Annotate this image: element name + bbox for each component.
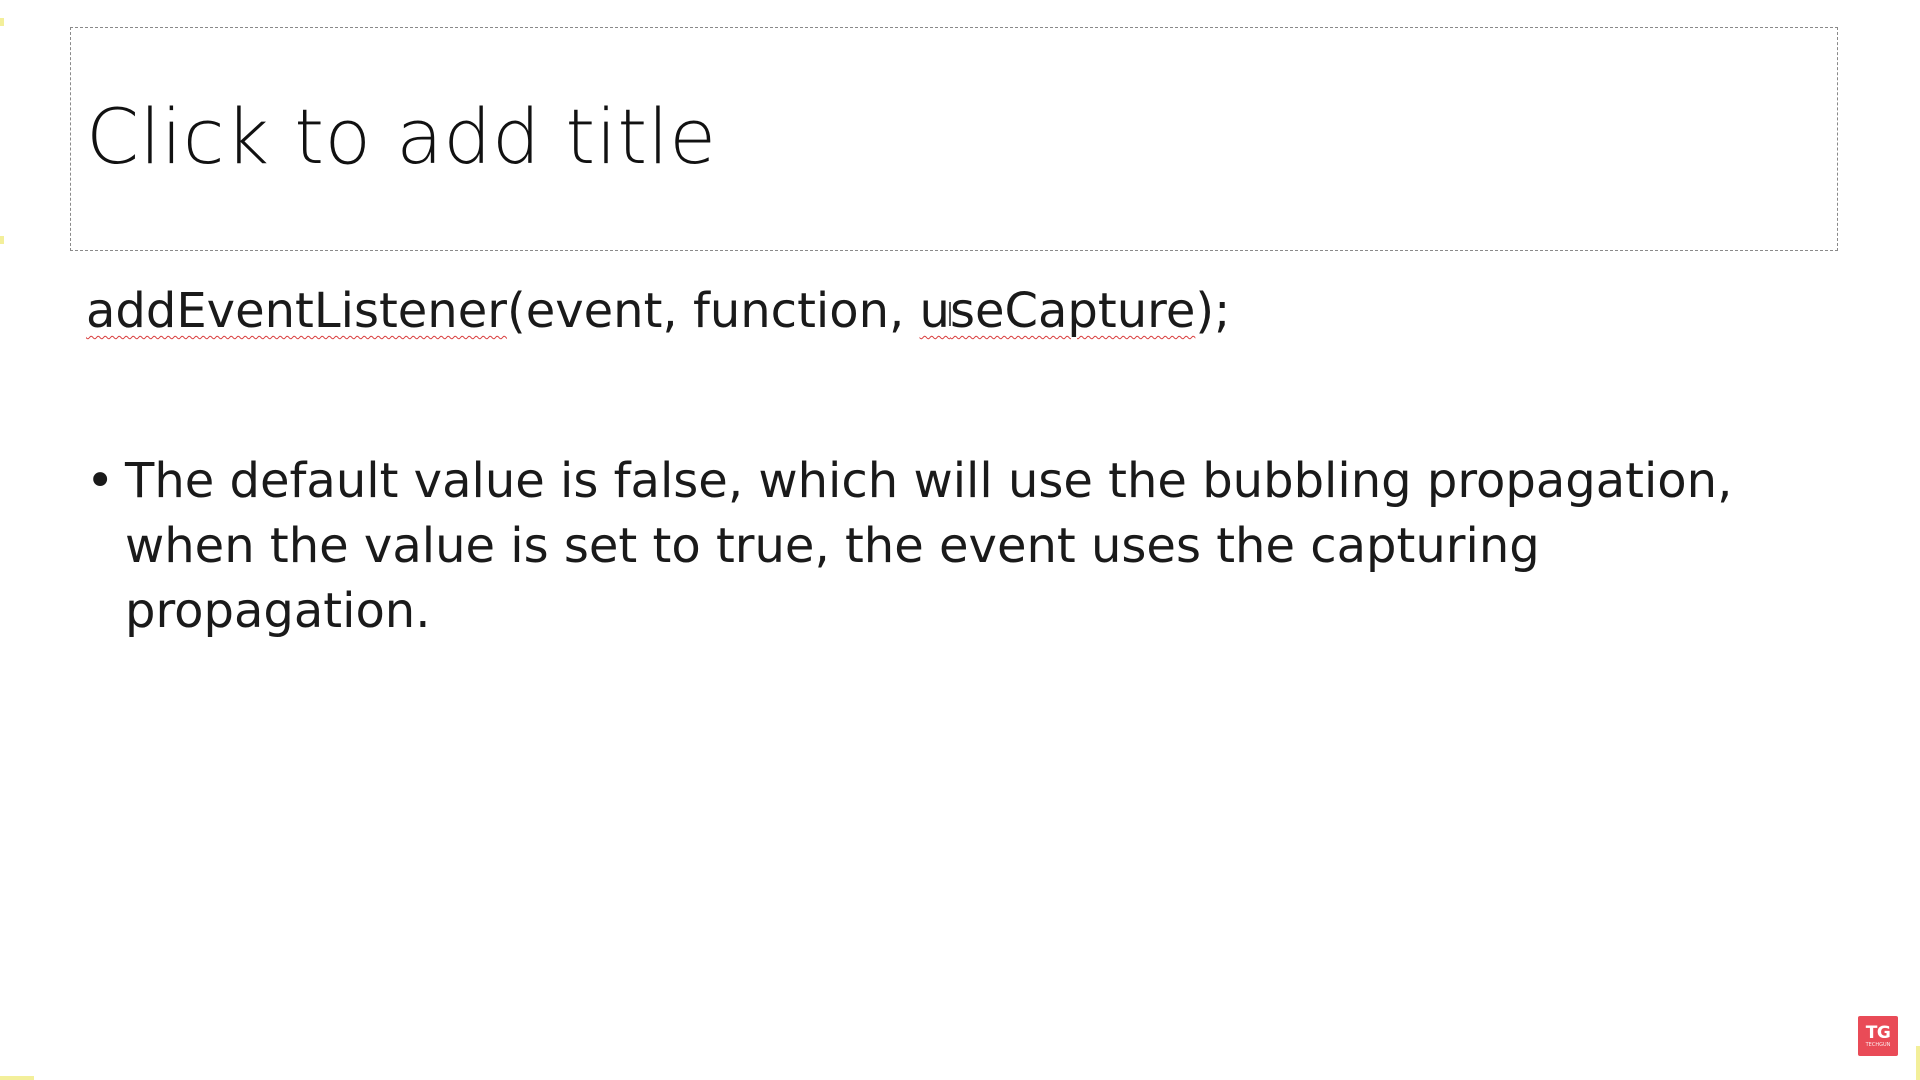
logo-subtext: TECHGUN (1865, 1041, 1891, 1048)
use-capture-rest: seCapture (949, 283, 1196, 339)
logo-text: TG (1865, 1022, 1891, 1043)
bullet-list: • The default value is false, which will… (86, 449, 1786, 644)
bullet-icon: • (86, 453, 115, 509)
use-capture-argument: useCapture (920, 283, 1196, 339)
function-arguments: (event, function, (506, 283, 920, 339)
edge-accent (0, 1076, 34, 1080)
title-placeholder-text: Click to add title (86, 92, 717, 181)
edge-accent (1916, 1046, 1920, 1080)
bullet-item: • The default value is false, which will… (86, 449, 1746, 644)
code-line: addEventListener(event, function, useCap… (86, 275, 1786, 347)
bullet-text: The default value is false, which will u… (125, 453, 1733, 639)
channel-logo: TG TECHGUN (1858, 1016, 1898, 1056)
function-close: ); (1195, 283, 1231, 339)
title-placeholder[interactable]: Click to add title (70, 27, 1838, 251)
edge-accent (0, 18, 4, 26)
edge-accent (0, 236, 4, 244)
function-name: addEventListener (86, 283, 507, 339)
slide-content-area[interactable]: addEventListener(event, function, useCap… (86, 275, 1786, 644)
use-capture-start: u (919, 283, 950, 339)
